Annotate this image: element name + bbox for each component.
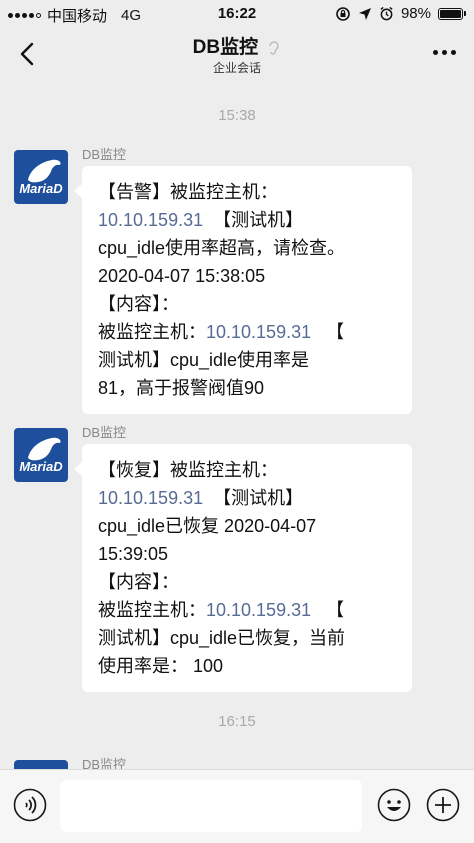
sender-name: DB监控: [82, 147, 127, 162]
message-text: 【测试机】: [213, 210, 304, 230]
message-input[interactable]: [60, 780, 362, 832]
message-text: 被监控主机：: [98, 322, 206, 342]
message-line: 2020-04-07 15:38:05: [98, 266, 266, 286]
message-line: cpu_idle已恢复 2020-04-07: [98, 516, 317, 536]
message-line: 【恢复】被监控主机：: [98, 460, 278, 480]
message-line: 【内容】：: [98, 572, 179, 592]
chat-subtitle: 企业会话: [212, 61, 261, 75]
message-line: 10.10.159.31 【测试机】: [98, 206, 396, 234]
lock-rotation-icon: [336, 6, 350, 21]
message-line: 10.10.159.31 【测试机】: [98, 484, 396, 512]
alarm-icon: [380, 6, 393, 21]
input-bar: [0, 769, 474, 843]
page-title: DB监控: [0, 32, 474, 59]
message-line: 使用率是： 100: [98, 656, 224, 676]
add-icon[interactable]: [426, 788, 460, 822]
message-line: 【告警】被监控主机：: [98, 182, 278, 202]
message-line: 被监控主机：10.10.159.31 【: [98, 596, 396, 624]
nav-bar: DB监控 企业会话: [0, 28, 474, 88]
timestamp: 15:38: [218, 107, 256, 124]
message-line: 测试机】cpu_idle使用率是: [98, 350, 310, 370]
ip-link[interactable]: 10.10.159.31: [98, 210, 203, 230]
ip-link[interactable]: 10.10.159.31: [206, 600, 311, 620]
message-text: 【: [326, 600, 345, 620]
ip-link[interactable]: 10.10.159.31: [98, 488, 203, 508]
more-dots-icon[interactable]: [433, 50, 456, 55]
message-bubble[interactable]: 【告警】被监控主机： 10.10.159.31 【测试机】 cpu_idle使用…: [74, 166, 412, 414]
status-bar: 中国移动 4G 16:22 98%: [0, 0, 474, 28]
voice-icon[interactable]: [13, 788, 47, 822]
message-text: 被监控主机：: [98, 600, 206, 620]
status-right: 98%: [335, 5, 466, 22]
battery-percent: 98%: [400, 5, 431, 22]
chat-title: DB监控: [192, 37, 259, 58]
message-line: cpu_idle使用率超高，请检查。: [98, 238, 346, 258]
message-bubble[interactable]: 【恢复】被监控主机： 10.10.159.31 【测试机】 cpu_idle已恢…: [74, 444, 412, 692]
earpiece-icon: [269, 41, 280, 55]
message-text: 【: [326, 322, 345, 342]
timestamp: 16:15: [218, 713, 256, 730]
message-text: 【测试机】: [213, 488, 304, 508]
location-icon: [358, 7, 371, 20]
avatar-text: MariaD: [19, 181, 63, 196]
message-line: 15:39:05: [98, 544, 169, 564]
sender-name: DB监控: [82, 425, 127, 440]
avatar-text: MariaD: [19, 459, 63, 474]
message-line: 测试机】cpu_idle已恢复，当前: [98, 628, 346, 648]
message-line: 81，高于报警阀值90: [98, 378, 265, 398]
message-line: 【内容】：: [98, 294, 179, 314]
ip-link[interactable]: 10.10.159.31: [206, 322, 311, 342]
avatar[interactable]: MariaD: [14, 150, 68, 204]
message-line: 被监控主机：10.10.159.31 【: [98, 318, 396, 346]
battery-icon: [438, 7, 466, 20]
emoji-icon[interactable]: [377, 788, 411, 822]
avatar[interactable]: MariaD: [14, 428, 68, 482]
